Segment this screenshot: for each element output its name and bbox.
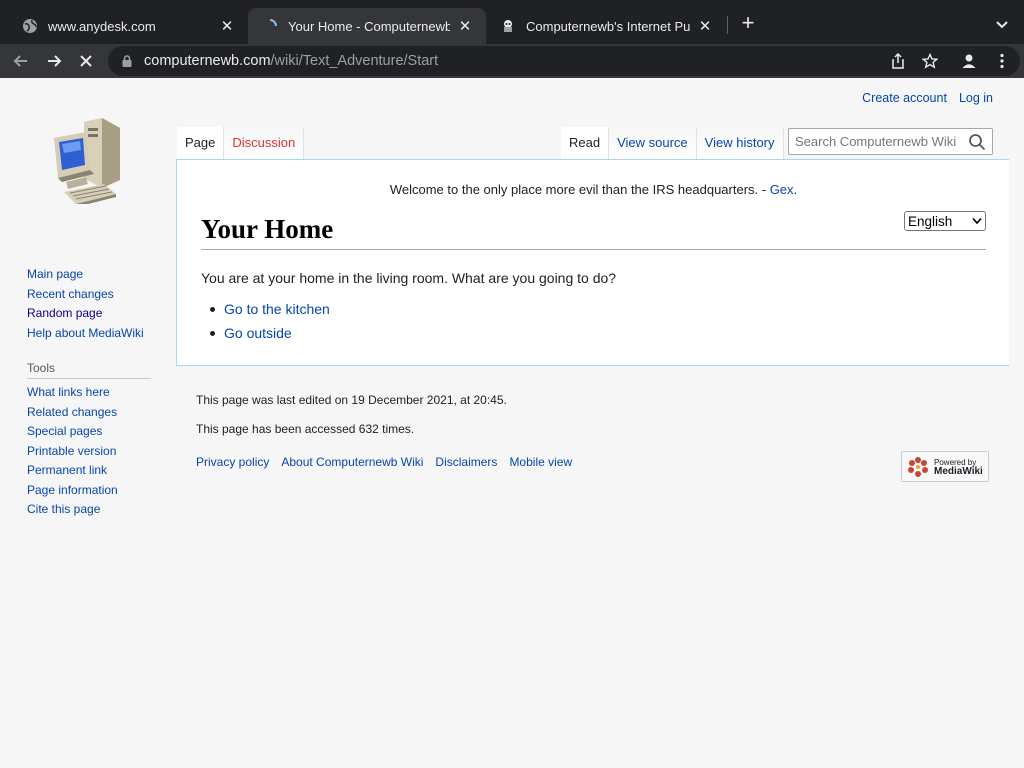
tab-page[interactable]: Page [177, 127, 225, 159]
list-item: Go to the kitchen [210, 297, 330, 321]
close-tab-icon[interactable]: ✕ [218, 17, 236, 35]
about-link[interactable]: About Computernewb Wiki [281, 455, 423, 469]
language-select[interactable]: English [904, 211, 986, 231]
tab-internet-pub[interactable]: Computernewb's Internet Pub ✕ [486, 8, 726, 44]
choice-outside-link[interactable]: Go outside [224, 325, 292, 341]
site-notice-author-link[interactable]: Gex [770, 182, 794, 197]
site-notice: Welcome to the only place more evil than… [389, 182, 798, 197]
powered-by-mediawiki-badge[interactable]: Powered by MediaWiki [901, 451, 989, 482]
tab-search-chevron-down-icon[interactable] [992, 14, 1012, 34]
forward-button[interactable] [41, 48, 67, 74]
main-content: Welcome to the only place more evil than… [176, 159, 1009, 366]
tab-title: www.anydesk.com [48, 18, 156, 34]
search-icon[interactable] [968, 133, 986, 151]
disclaimers-link[interactable]: Disclaimers [435, 455, 497, 469]
mediawiki-flower-icon [908, 456, 928, 477]
story-text: You are at your home in the living room.… [201, 270, 617, 286]
new-tab-button[interactable]: + [736, 12, 760, 36]
tab-your-home[interactable]: Your Home - Computernewb W ✕ [248, 8, 486, 44]
list-item: Go outside [210, 321, 330, 345]
choice-list: Go to the kitchen Go outside [210, 297, 330, 345]
wiki-page: Create account Log in Main page Recent c… [0, 78, 1024, 768]
computer-logo-icon [54, 118, 120, 207]
stop-loading-button[interactable] [73, 48, 99, 74]
mobile-view-link[interactable]: Mobile view [509, 455, 572, 469]
back-button[interactable] [8, 48, 34, 74]
loading-icon [262, 18, 278, 34]
personal-tools: Create account Log in [862, 91, 993, 105]
sidebar-item-related-changes[interactable]: Related changes [27, 403, 167, 423]
tab-view-history[interactable]: View history [696, 127, 784, 159]
lock-icon [122, 55, 132, 67]
address-bar[interactable]: computernewb.com/wiki/Text_Adventure/Sta… [108, 46, 1020, 76]
bookmark-star-icon[interactable] [920, 51, 940, 71]
sidebar-item-main-page[interactable]: Main page [27, 265, 167, 285]
sidebar-item-what-links-here[interactable]: What links here [27, 383, 167, 403]
powered-text: Powered by MediaWiki [934, 457, 983, 477]
footer-info: This page was last edited on 19 December… [196, 392, 507, 450]
close-tab-icon[interactable]: ✕ [696, 17, 714, 35]
tools-heading: Tools [27, 357, 151, 379]
log-in-link[interactable]: Log in [959, 91, 993, 105]
page-views-text: This page has been accessed 632 times. [196, 422, 415, 436]
tab-discussion[interactable]: Discussion [224, 127, 305, 159]
browser-menu-icon[interactable] [992, 51, 1012, 71]
chevron-down-icon [972, 217, 982, 225]
stop-icon [80, 55, 92, 67]
last-edited-text: This page was last edited on 19 December… [196, 393, 507, 407]
privacy-policy-link[interactable]: Privacy policy [196, 455, 269, 469]
footer-links: Privacy policy About Computernewb Wiki D… [196, 455, 572, 469]
sidebar-item-printable-version[interactable]: Printable version [27, 442, 167, 462]
share-icon[interactable] [888, 51, 908, 71]
sidebar-item-recent-changes[interactable]: Recent changes [27, 285, 167, 305]
wiki-search [788, 128, 993, 155]
globe-icon [22, 18, 38, 34]
forward-arrow-icon [48, 55, 62, 67]
tab-separator [727, 16, 728, 34]
site-logo[interactable] [50, 116, 126, 207]
sidebar-navigation: Main page Recent changes Random page Hel… [27, 265, 167, 520]
language-select-value: English [908, 213, 953, 229]
tab-title: Computernewb's Internet Pub [526, 18, 690, 34]
sidebar-item-permanent-link[interactable]: Permanent link [27, 461, 167, 481]
sidebar-item-cite-this-page[interactable]: Cite this page [27, 500, 167, 520]
pub-icon [500, 18, 516, 34]
tab-title: Your Home - Computernewb W [288, 18, 450, 34]
create-account-link[interactable]: Create account [862, 91, 947, 105]
close-tab-icon[interactable]: ✕ [456, 17, 474, 35]
tab-view-source[interactable]: View source [609, 127, 697, 159]
tab-read[interactable]: Read [561, 127, 610, 159]
search-input[interactable] [795, 134, 965, 149]
browser-tab-strip: www.anydesk.com ✕ Your Home - Computerne… [0, 0, 1024, 44]
page-title: Your Home [201, 212, 986, 250]
namespace-tabs: Page Discussion [177, 127, 305, 159]
sidebar-item-help[interactable]: Help about MediaWiki [27, 324, 167, 344]
sidebar-item-special-pages[interactable]: Special pages [27, 422, 167, 442]
back-arrow-icon [13, 55, 27, 67]
view-tabs: Read View source View history [561, 127, 784, 159]
tab-anydesk[interactable]: www.anydesk.com ✕ [8, 8, 248, 44]
choice-kitchen-link[interactable]: Go to the kitchen [224, 301, 330, 317]
browser-toolbar: computernewb.com/wiki/Text_Adventure/Sta… [0, 44, 1024, 78]
sidebar-item-page-information[interactable]: Page information [27, 481, 167, 501]
url-text: computernewb.com/wiki/Text_Adventure/Sta… [144, 53, 439, 69]
sidebar-item-random-page[interactable]: Random page [27, 304, 167, 324]
profile-avatar-icon[interactable] [959, 51, 979, 71]
